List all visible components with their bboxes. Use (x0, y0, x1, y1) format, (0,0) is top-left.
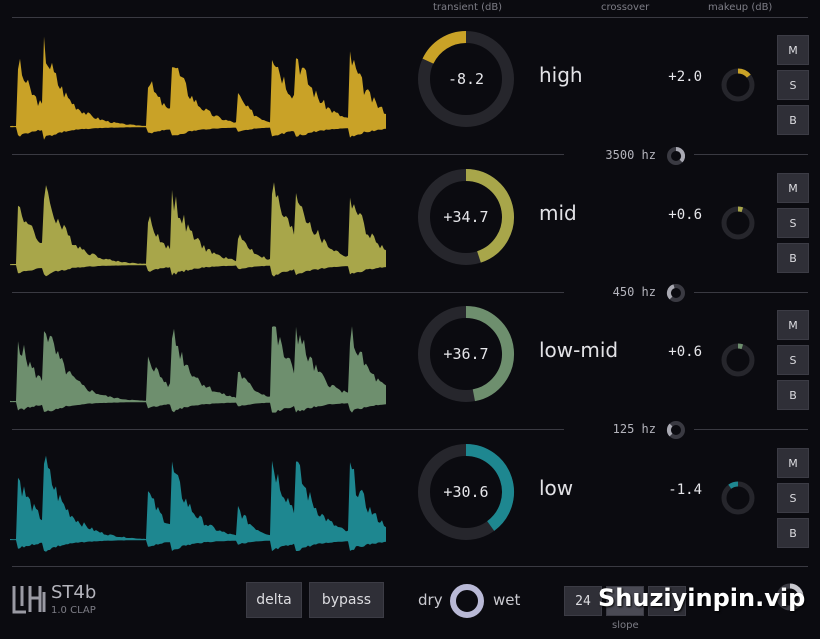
band-name: low-mid (539, 338, 619, 362)
makeup-value: +2.0 (668, 69, 702, 85)
makeup-value: +0.6 (668, 344, 702, 360)
mute-button[interactable]: M (777, 173, 809, 203)
knob-track (721, 343, 755, 377)
knob-value-arc (737, 206, 744, 213)
waveform-shape (10, 326, 386, 413)
solo-button[interactable]: S (777, 70, 809, 100)
waveform-shape (10, 455, 386, 552)
knob-value-arc (737, 68, 751, 78)
version-label: 1.0 CLAP (51, 605, 96, 616)
slope-24-button[interactable]: 24 (564, 586, 602, 616)
brand-logo (12, 582, 46, 616)
crossover-high-mid: 3500 hz (564, 144, 694, 168)
solo-button[interactable]: S (777, 483, 809, 513)
crossover-knob[interactable] (666, 283, 686, 303)
band-bypass-button[interactable]: B (777, 380, 809, 410)
band-bypass-button[interactable]: B (777, 243, 809, 273)
makeup-knob[interactable] (718, 203, 758, 243)
knob-value-arc (737, 343, 744, 350)
band-bypass-button[interactable]: B (777, 105, 809, 135)
makeup-value: -1.4 (668, 482, 702, 498)
band-row-low: +30.6 low -1.4 M S B (0, 430, 820, 567)
waveform-display (10, 326, 386, 413)
band-row-high: -8.2 high +2.0 M S B (0, 17, 820, 154)
mute-button[interactable]: M (777, 310, 809, 340)
transient-value: +34.7 (443, 208, 489, 226)
makeup-knob[interactable] (718, 478, 758, 518)
dry-wet-knob[interactable] (448, 582, 486, 620)
band-row-low-mid: +36.7 low-mid +0.6 M S B (0, 292, 820, 429)
band-name: high (539, 63, 583, 87)
crossover-mid-lowmid: 450 hz (564, 281, 694, 305)
mute-button[interactable]: M (777, 35, 809, 65)
makeup-knob[interactable] (718, 340, 758, 380)
wet-label: wet (493, 591, 521, 609)
band-name: mid (539, 201, 577, 225)
knob-value-arc (728, 481, 739, 489)
band-bypass-button[interactable]: B (777, 518, 809, 548)
waveform-shape (10, 36, 386, 140)
waveform-shape (10, 182, 386, 277)
slope-label: slope (612, 620, 639, 631)
delta-button[interactable]: delta (246, 582, 302, 618)
crossover-knob[interactable] (666, 146, 686, 166)
crossover-header: crossover (601, 2, 650, 13)
makeup-knob[interactable] (718, 65, 758, 105)
waveform-display (10, 182, 386, 277)
crossover-frequency: 450 hz (612, 285, 656, 299)
transient-value: -8.2 (447, 70, 485, 88)
transient-header: transient (dB) (433, 2, 503, 13)
knob-track (721, 481, 755, 515)
dry-label: dry (418, 591, 443, 609)
band-row-mid: +34.7 mid +0.6 M S B (0, 155, 820, 292)
transient-value: +30.6 (443, 483, 489, 501)
makeup-value: +0.6 (668, 207, 702, 223)
crossover-knob[interactable] (666, 420, 686, 440)
watermark-text: Shuziyinpin.vip (598, 584, 806, 612)
band-name: low (539, 476, 574, 500)
mute-button[interactable]: M (777, 448, 809, 478)
knob-track (721, 206, 755, 240)
makeup-header: makeup (dB) (708, 2, 773, 13)
product-name: ST4b (51, 582, 97, 603)
waveform-display (10, 36, 386, 140)
crossover-lowmid-low: 125 hz (564, 418, 694, 442)
waveform-display (10, 455, 386, 552)
bypass-button[interactable]: bypass (309, 582, 384, 618)
solo-button[interactable]: S (777, 345, 809, 375)
transient-value: +36.7 (443, 345, 489, 363)
crossover-frequency: 125 hz (612, 422, 656, 436)
solo-button[interactable]: S (777, 208, 809, 238)
crossover-frequency: 3500 hz (605, 148, 656, 162)
